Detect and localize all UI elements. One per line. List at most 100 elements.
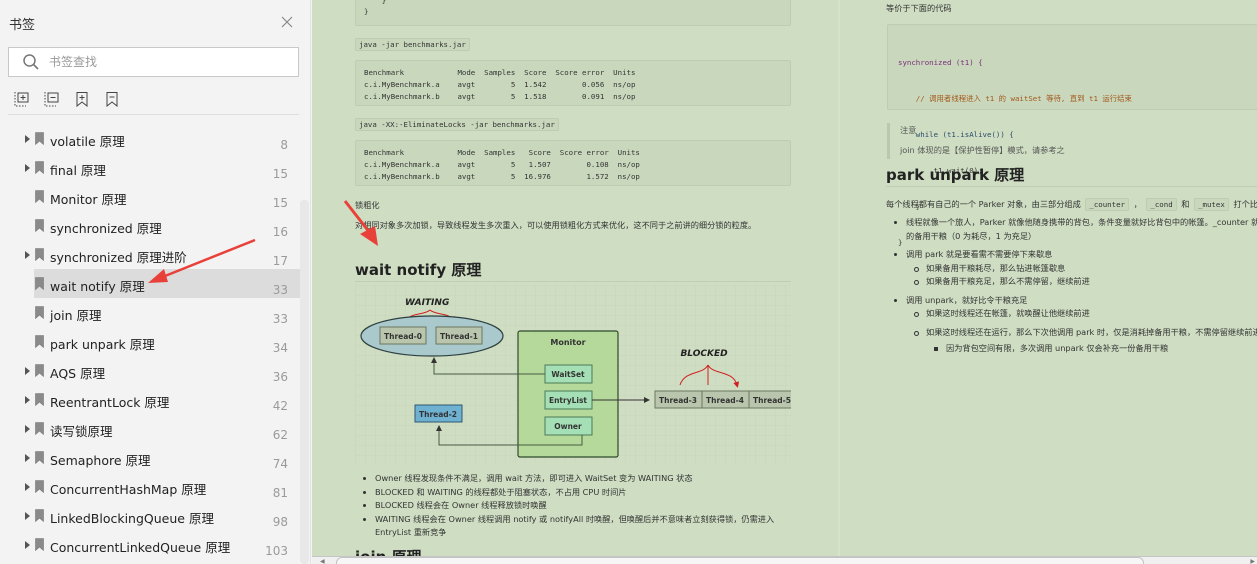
command-eliminate-locks: java -XX:-EliminateLocks -jar benchmarks… (355, 118, 559, 131)
bookmark-item[interactable]: Monitor 原理 15 (0, 182, 300, 211)
code-line-2: // 调用者线程进入 t1 的 waitSet 等待, 直到 t1 运行结束 (898, 94, 1132, 103)
expand-caret-icon[interactable] (25, 251, 30, 259)
bookmark-label: ConcurrentHashMap 原理 (50, 482, 207, 497)
bookmark-page-number: 17 (272, 254, 288, 268)
bookmark-page-number: 34 (272, 341, 288, 355)
bookmark-list: volatile 原理 8 final 原理 15 Monitor 原理 15 synchr… (0, 124, 300, 564)
bookmark-item[interactable]: Semaphore 原理 74 (0, 443, 300, 472)
bullet-item: BLOCKED 和 WAITING 的线程都处于阻塞状态，不占用 CPU 时间片 (355, 486, 795, 500)
command-benchmark: java -jar benchmarks.jar (355, 38, 470, 51)
bookmark-page-number: 33 (272, 283, 288, 297)
heading-rule (355, 281, 791, 282)
wait-notify-bullets: Owner 线程发现条件不满足，调用 wait 方法，即可进入 WaitSet … (355, 472, 795, 540)
bookmark-icon (35, 306, 44, 319)
bookmark-search-box[interactable] (8, 47, 299, 77)
bookmark-page-number: 15 (272, 196, 288, 210)
close-icon[interactable] (279, 14, 295, 30)
expand-caret-icon[interactable] (25, 135, 30, 143)
bookmark-label: AQS 原理 (50, 366, 106, 381)
expand-caret-icon[interactable] (25, 512, 30, 520)
benchmark-result-1: Benchmark Mode Samples Score Score error… (355, 60, 791, 106)
bookmark-label: park unpark 原理 (50, 337, 155, 352)
bullet-item: 如果备用干粮充足，那么不需停留，继续前进 (886, 275, 1257, 289)
waitset-label: WaitSet (551, 370, 585, 379)
park-unpark-bullets: 线程就像一个旅人，Parker 就像他随身携带的背包，条件变量就好比背包中的帐篷… (886, 216, 1257, 356)
benchmark-result-2: Benchmark Mode Samples Score Score error… (355, 140, 791, 186)
waiting-label: WAITING (405, 298, 449, 308)
expand-caret-icon[interactable] (25, 541, 30, 549)
bookmark-label: ReentrantLock 原理 (50, 395, 170, 410)
bookmark-item[interactable]: wait notify 原理 33 (34, 269, 300, 298)
bullet-item: 如果这时线程还在帐篷，就唤醒让他继续前进 (886, 307, 1257, 321)
bookmark-sidebar: 书签 书签查找 volatile 原理 8 final 原理 15 Monito… (0, 0, 311, 564)
bookmark-label: 读写锁原理 (50, 424, 113, 439)
scroll-left-icon[interactable]: ◀ (320, 558, 325, 564)
bookmark-page-number: 103 (265, 544, 288, 558)
bookmark-label: final 原理 (50, 163, 106, 178)
bookmark-page-number: 36 (272, 370, 288, 384)
collapse-all-icon[interactable] (44, 91, 60, 107)
remove-bookmark-icon[interactable] (104, 91, 120, 107)
bookmark-label: synchronized 原理进阶 (50, 250, 187, 265)
bookmark-item[interactable]: ConcurrentHashMap 原理 81 (0, 472, 300, 501)
code-block-tail: } } (355, 0, 791, 26)
note-text: join 体现的是【保护性暂停】模式，请参考之 (900, 145, 1065, 155)
bookmark-item[interactable]: volatile 原理 8 (0, 124, 300, 153)
bookmark-icon (35, 277, 44, 290)
expand-all-icon[interactable] (14, 91, 30, 107)
add-bookmark-icon[interactable] (74, 91, 90, 107)
bookmark-item[interactable]: join 原理 33 (0, 298, 300, 327)
bookmark-icon (35, 248, 44, 261)
section-heading-park-unpark: park unpark 原理 (886, 166, 1025, 184)
pdf-reader-window: 书签 书签查找 volatile 原理 8 final 原理 15 Monito… (0, 0, 1257, 564)
bookmark-page-number: 62 (272, 428, 288, 442)
bookmark-label: wait notify 原理 (50, 279, 145, 294)
sidebar-title: 书签 (9, 18, 36, 33)
equivalent-code-intro: 等价于下面的代码 (886, 3, 952, 13)
bookmark-search-input[interactable] (49, 55, 289, 69)
thread-0-label: Thread-0 (384, 332, 422, 341)
code-mutex: _mutex (1194, 198, 1229, 211)
bookmark-page-number: 74 (272, 457, 288, 471)
expand-caret-icon[interactable] (25, 164, 30, 172)
scroll-right-icon[interactable]: ▶ (1250, 558, 1255, 564)
bullet-item: 因为背包空间有限，多次调用 unpark 仅会补充一份备用干粮 (886, 342, 1257, 356)
bullet-item: 调用 unpark，就好比令干粮充足 (886, 294, 1257, 308)
bullet-item: 线程就像一个旅人，Parker 就像他随身携带的背包，条件变量就好比背包中的帐篷… (886, 216, 1257, 230)
expand-caret-icon[interactable] (25, 483, 30, 491)
parker-intro: 每个线程都有自己的一个 Parker 对象，由三部分组成 _counter ， … (886, 198, 1257, 211)
expand-caret-icon[interactable] (25, 367, 30, 375)
expand-caret-icon[interactable] (25, 396, 30, 404)
bookmark-icon (35, 132, 44, 145)
bookmark-item[interactable]: final 原理 15 (0, 153, 300, 182)
join-equivalent-code: synchronized (t1) { // 调用者线程进入 t1 的 wait… (887, 24, 1257, 247)
code-line: // 调用者线程进入 t1 的 waitSet 等待, 直到 t1 运行结束 (898, 93, 1256, 105)
bookmark-item[interactable]: ReentrantLock 原理 42 (0, 385, 300, 414)
bookmark-item[interactable]: synchronized 原理 16 (0, 211, 300, 240)
bookmark-toolbar (14, 91, 120, 107)
bookmark-label: Semaphore 原理 (50, 453, 151, 468)
scrollbar-thumb[interactable] (336, 557, 1144, 564)
bookmark-item[interactable]: ConcurrentLinkedQueue 原理 103 (0, 530, 300, 559)
bookmark-item[interactable]: park unpark 原理 34 (0, 327, 300, 356)
bookmark-icon (35, 393, 44, 406)
bullet-item: Owner 线程发现条件不满足，调用 wait 方法，即可进入 WaitSet … (355, 472, 795, 486)
sidebar-scrollbar[interactable] (300, 200, 309, 564)
bullet-item: 如果备用干粮耗尽，那么钻进帐篷歇息 (886, 262, 1257, 276)
bookmark-item[interactable]: LinkedBlockingQueue 原理 98 (0, 501, 300, 530)
expand-caret-icon[interactable] (25, 454, 30, 462)
horizontal-scrollbar[interactable]: ◀ ▶ (312, 556, 1257, 564)
expand-caret-icon[interactable] (25, 425, 30, 433)
bookmark-icon (35, 219, 44, 232)
note-title: 注意 (900, 125, 917, 135)
bullet-item: 的备用干粮（0 为耗尽，1 为充足） (906, 230, 1037, 241)
bullet-item-continued: EntryList 重新竞争 (375, 527, 447, 537)
bookmark-item[interactable]: AQS 原理 36 (0, 356, 300, 385)
thread-3-label: Thread-3 (659, 396, 697, 405)
bookmark-item[interactable]: synchronized 原理进阶 17 (0, 240, 300, 269)
bookmark-item[interactable]: 读写锁原理 62 (0, 414, 300, 443)
separator: ， (1133, 199, 1142, 209)
bullet-item: 调用 park 就是要看需不需要停下来歇息 (886, 248, 1257, 262)
bullet-item: BLOCKED 线程会在 Owner 线程释放锁时唤醒 (355, 499, 795, 513)
heading-rule (886, 186, 1257, 187)
